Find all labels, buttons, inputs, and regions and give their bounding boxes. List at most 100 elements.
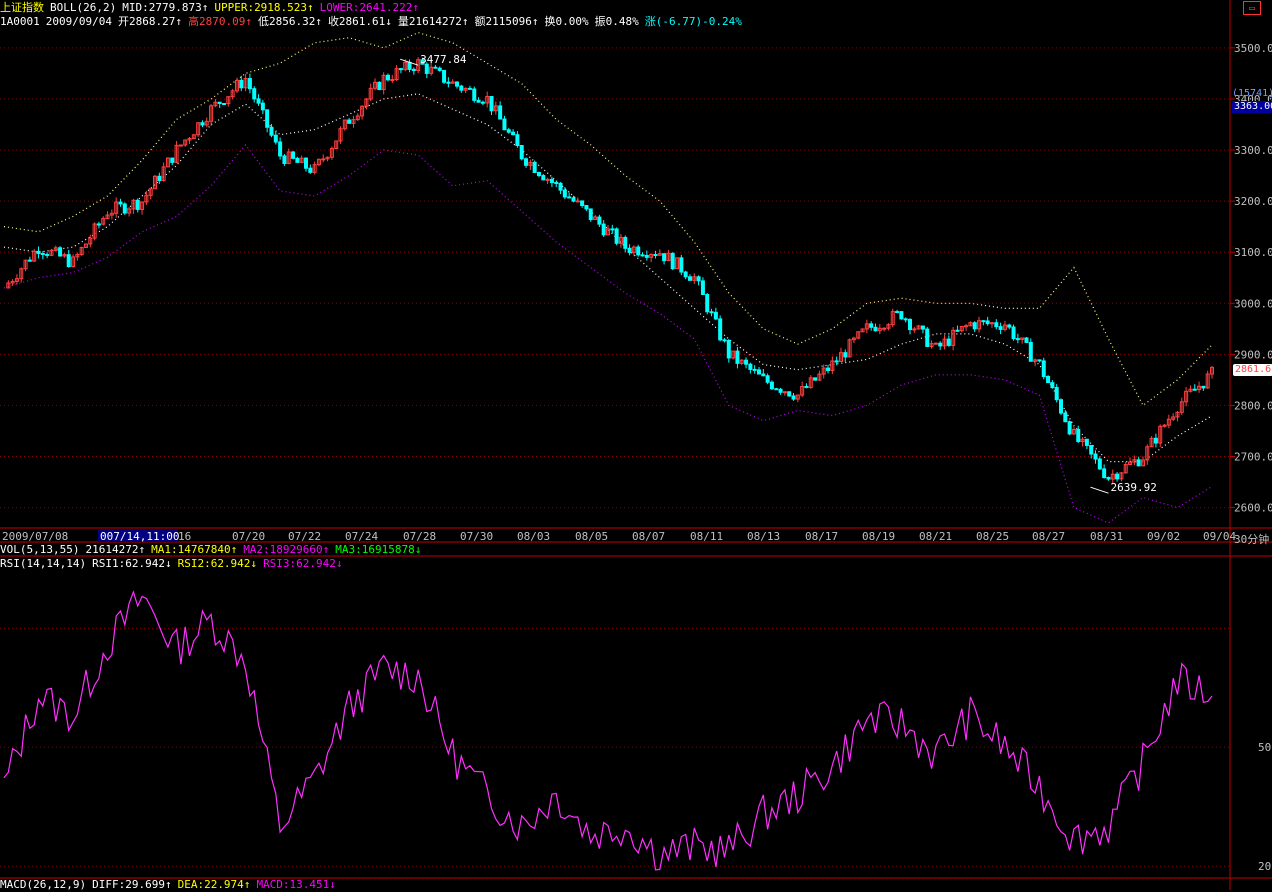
candlestick [662, 253, 667, 265]
rsi-indicator-name[interactable]: RSI(14,14,14) [0, 557, 86, 571]
candlestick [200, 120, 205, 128]
candlestick [860, 328, 865, 333]
candle-body [58, 247, 63, 257]
candlestick [10, 279, 15, 286]
candlestick [299, 155, 304, 163]
candlestick [463, 87, 468, 94]
candlestick [808, 375, 813, 389]
candle-body [670, 252, 675, 270]
candle-body [882, 327, 887, 330]
candlestick [187, 137, 192, 145]
candle-body [536, 172, 541, 177]
candle-body [1115, 473, 1120, 480]
candlestick [209, 104, 214, 127]
candle-body [407, 61, 412, 70]
candle-body [118, 201, 123, 205]
candlestick [148, 188, 153, 200]
kline-chart[interactable]: 2600.0 2700.0 2800.0 2900.0 3000.0 3100.0 3200… [0, 0, 1272, 890]
candle-body [170, 157, 175, 163]
candlestick [782, 391, 787, 396]
candle-body [532, 161, 537, 174]
candlestick [347, 118, 352, 124]
candlestick [1188, 385, 1193, 393]
candlestick [308, 164, 313, 174]
period-selector[interactable]: 30分钟 [1234, 531, 1269, 547]
candlestick [321, 154, 326, 163]
volume-indicator-name[interactable]: VOL(5,13,55) [0, 543, 79, 557]
candlestick [614, 227, 619, 246]
date-tick-label: 07/22 [288, 530, 321, 543]
candlestick [1119, 472, 1124, 482]
candlestick [955, 325, 960, 332]
candlestick [726, 338, 731, 363]
candle-body [437, 67, 442, 71]
candlestick [178, 144, 183, 147]
candlestick [1132, 455, 1137, 466]
candlestick [916, 324, 921, 330]
candlestick [92, 222, 97, 241]
candle-body [903, 318, 908, 321]
candle-body [308, 167, 313, 173]
candlestick [493, 101, 498, 115]
candle-body [1028, 341, 1033, 362]
candle-body [955, 329, 960, 332]
candlestick [627, 244, 632, 256]
candlestick [140, 201, 145, 215]
candle-body [834, 360, 839, 363]
candle-body [713, 311, 718, 320]
candlestick [506, 127, 511, 134]
candlestick [131, 198, 136, 214]
candlestick [53, 245, 58, 252]
candlestick [411, 67, 416, 75]
candlestick [157, 172, 162, 185]
candle-body [1059, 399, 1063, 414]
candlestick [282, 154, 287, 166]
candlestick [1071, 427, 1076, 435]
candlestick [338, 126, 343, 144]
candlestick [325, 156, 330, 162]
candle-body [614, 228, 619, 244]
volume-ma3: MA3:16915878↓ [335, 543, 422, 556]
candle-body [588, 208, 593, 221]
candlestick [580, 200, 585, 208]
candlestick [722, 338, 727, 343]
candle-body [515, 134, 520, 147]
candlestick [856, 331, 861, 340]
candlestick [959, 325, 964, 333]
candlestick [101, 216, 106, 226]
candlestick [234, 77, 239, 94]
candle-body [390, 79, 395, 82]
candlestick [450, 79, 455, 84]
price-tick-label: 2700.0 [1234, 450, 1272, 463]
price-tick-label: 2900.0 [1234, 348, 1272, 361]
candlestick [351, 115, 356, 128]
candlestick [459, 84, 464, 93]
candle-body [873, 326, 878, 332]
candle-body [1054, 387, 1059, 401]
candlestick [243, 73, 248, 92]
candlestick [800, 381, 805, 398]
candlestick [610, 224, 615, 234]
candlestick [58, 246, 63, 257]
candle-body [506, 129, 511, 133]
restore-icon[interactable]: ▭ [1243, 1, 1261, 15]
candlestick [847, 338, 852, 358]
candlestick [446, 77, 451, 88]
candlestick [575, 197, 580, 203]
candlestick [79, 246, 84, 256]
candle-body [1041, 360, 1046, 377]
candle-body [122, 203, 127, 214]
candlestick [929, 340, 934, 349]
candlestick [368, 83, 373, 102]
candlestick [908, 318, 912, 335]
candle-body [869, 323, 874, 328]
candle-body [726, 340, 731, 359]
candle-body [1046, 375, 1051, 384]
candlestick [1171, 413, 1176, 422]
candlestick [36, 246, 41, 259]
candle-body [597, 216, 602, 225]
candle-body [644, 254, 649, 258]
candlestick [135, 198, 140, 213]
candle-body [774, 388, 779, 391]
candlestick [675, 257, 680, 270]
